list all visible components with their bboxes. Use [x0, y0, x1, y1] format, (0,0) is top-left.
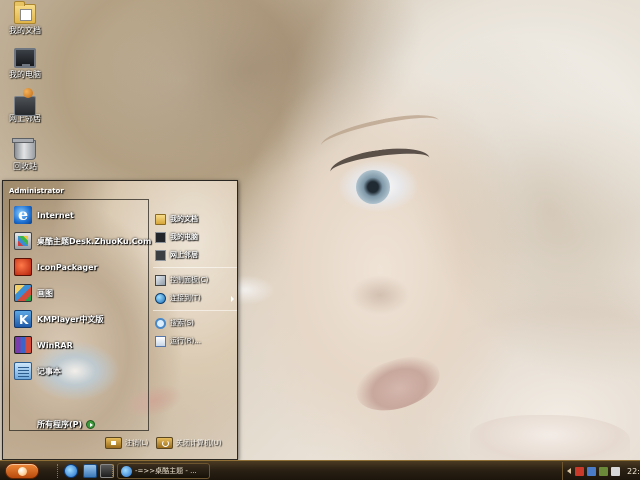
pinned-programs-panel: Internet 桌酷主题Desk.ZhuoKu.Com IconPackage…: [9, 199, 151, 431]
wallpaper-nose: [350, 275, 410, 315]
kmplayer-icon: [14, 310, 32, 328]
place-label: 我的电脑: [170, 233, 198, 241]
folder-icon: [155, 213, 166, 225]
antivirus-tray-icon[interactable]: [575, 466, 584, 476]
taskbar: -=>>桌酷主题 - ... 22:07: [0, 460, 640, 480]
place-my-documents[interactable]: 我的文档: [155, 210, 237, 228]
place-search[interactable]: 搜索(S): [155, 314, 237, 332]
taskbar-separator: [57, 464, 59, 478]
search-icon: [155, 317, 166, 329]
place-label: 搜索(S): [170, 319, 194, 327]
volume-tray-icon[interactable]: [611, 466, 620, 476]
program-label: WinRAR: [37, 340, 73, 350]
place-label: 运行(R)...: [170, 337, 202, 345]
desktop-icon-my-documents[interactable]: 我的文档: [2, 1, 48, 36]
wallpaper-lips: [349, 347, 447, 421]
desktop-icon-label: 我的电脑: [9, 70, 41, 79]
all-programs-label: 所有程序(P): [37, 420, 83, 429]
program-kmplayer[interactable]: KMPlayer中文版: [14, 308, 146, 330]
place-my-computer[interactable]: 我的电脑: [155, 228, 237, 246]
program-internet[interactable]: Internet: [14, 204, 146, 226]
paint-icon: [14, 284, 32, 302]
arrow-right-icon: [86, 420, 96, 429]
desktop-icon-my-computer[interactable]: 我的电脑: [2, 48, 48, 80]
logoff-label: 注销(L): [125, 439, 149, 447]
logoff-button[interactable]: 注销(L): [105, 437, 148, 449]
desktop-icon-label: 回收站: [13, 162, 37, 171]
monitor-icon: [14, 48, 36, 68]
place-network[interactable]: 网上邻居: [155, 246, 237, 264]
wallpaper-hand: [470, 415, 630, 460]
start-menu-username: Administrator: [9, 187, 64, 195]
program-winrar[interactable]: WinRAR: [14, 334, 146, 356]
network-tray-icon[interactable]: [587, 466, 596, 476]
menu-separator: [153, 310, 237, 311]
taskbar-button-label: -=>>桌酷主题 - ...: [135, 467, 197, 475]
app-tray-icon[interactable]: [599, 466, 608, 476]
place-label: 连接到(T): [170, 294, 201, 302]
program-label: 记事本: [37, 366, 61, 376]
desktop-icon-label: 我的文档: [9, 26, 41, 35]
network-icon: [14, 88, 36, 116]
program-label: Internet: [37, 210, 74, 220]
program-label: IconPackager: [37, 262, 98, 272]
theme-icon: [14, 232, 32, 250]
desktop-icon-recycle-bin[interactable]: 回收站: [2, 138, 48, 172]
power-icon: [156, 437, 173, 449]
program-zhuoku-theme[interactable]: 桌酷主题Desk.ZhuoKu.Com: [14, 230, 151, 252]
program-label: 桌酷主题Desk.ZhuoKu.Com: [37, 236, 152, 246]
folder-icon: [14, 1, 36, 24]
run-icon: [155, 335, 166, 347]
start-menu: Administrator Internet 桌酷主题Desk.ZhuoKu.C…: [2, 180, 238, 460]
taskbar-separator: [112, 464, 114, 478]
all-programs-button[interactable]: 所有程序(P): [37, 419, 96, 430]
tray-expand-icon[interactable]: [567, 468, 571, 474]
network-icon: [155, 249, 166, 261]
program-label: 画图: [37, 288, 53, 298]
connect-icon: [155, 292, 166, 304]
recycle-bin-icon: [12, 138, 36, 160]
shutdown-button[interactable]: 关闭计算机(U): [156, 437, 222, 449]
monitor-icon: [155, 231, 166, 243]
shutdown-label: 关闭计算机(U): [176, 439, 222, 447]
control-panel-icon: [155, 274, 166, 286]
desktop-icon-network[interactable]: 网上邻居: [2, 88, 48, 124]
internet-explorer-icon: [121, 465, 132, 477]
program-iconpackager[interactable]: IconPackager: [14, 256, 146, 278]
place-run[interactable]: 运行(R)...: [155, 332, 237, 350]
quicklaunch-internet-explorer-icon[interactable]: [64, 464, 78, 478]
submenu-arrow-icon: [231, 296, 234, 302]
notepad-icon: [14, 362, 32, 380]
taskbar-button-browser[interactable]: -=>>桌酷主题 - ...: [117, 463, 210, 479]
program-paint[interactable]: 画图: [14, 282, 146, 304]
program-notepad[interactable]: 记事本: [14, 360, 146, 382]
place-connect-to[interactable]: 连接到(T): [155, 289, 237, 307]
internet-explorer-icon: [14, 205, 32, 224]
winrar-icon: [14, 336, 32, 354]
quicklaunch-show-desktop-icon[interactable]: [83, 464, 97, 478]
place-control-panel[interactable]: 控制面板(C): [155, 271, 237, 289]
start-menu-footer: 注销(L) 关闭计算机(U): [3, 433, 237, 459]
menu-separator: [153, 267, 237, 268]
program-label: KMPlayer中文版: [37, 314, 104, 324]
place-label: 我的文档: [170, 215, 198, 223]
place-label: 控制面板(C): [170, 276, 209, 284]
logoff-icon: [105, 437, 122, 449]
iconpackager-icon: [14, 258, 32, 276]
start-button[interactable]: [5, 463, 39, 479]
system-tray: 22:07: [562, 462, 640, 480]
taskbar-clock[interactable]: 22:07: [627, 467, 640, 476]
place-label: 网上邻居: [170, 251, 198, 259]
